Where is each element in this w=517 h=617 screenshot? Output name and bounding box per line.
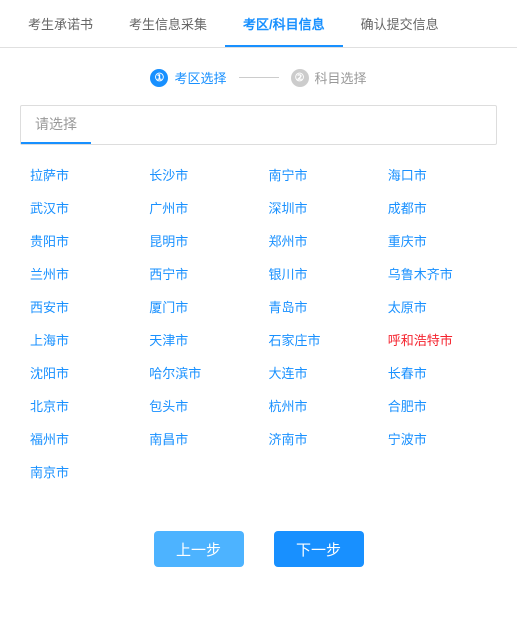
select-area[interactable]: 请选择: [20, 105, 497, 145]
city-item[interactable]: 长沙市: [139, 165, 258, 184]
city-item[interactable]: 南宁市: [259, 165, 378, 184]
city-item[interactable]: 长春市: [378, 363, 497, 382]
city-item[interactable]: 昆明市: [139, 231, 258, 250]
city-item[interactable]: 北京市: [20, 396, 139, 415]
city-item[interactable]: 上海市: [20, 330, 139, 349]
city-item[interactable]: 乌鲁木齐市: [378, 264, 497, 283]
city-item[interactable]: 哈尔滨市: [139, 363, 258, 382]
bottom-buttons: 上一步 下一步: [0, 501, 517, 587]
city-item[interactable]: 郑州市: [259, 231, 378, 250]
city-item[interactable]: 南昌市: [139, 429, 258, 448]
nav-tab-tab2[interactable]: 考生信息采集: [111, 0, 225, 47]
city-item[interactable]: 广州市: [139, 198, 258, 217]
city-item[interactable]: 包头市: [139, 396, 258, 415]
city-item[interactable]: 济南市: [259, 429, 378, 448]
city-item[interactable]: 武汉市: [20, 198, 139, 217]
city-item[interactable]: 宁波市: [378, 429, 497, 448]
city-item[interactable]: 福州市: [20, 429, 139, 448]
step-1-num: ①: [150, 69, 168, 87]
city-item[interactable]: 沈阳市: [20, 363, 139, 382]
city-item[interactable]: 兰州市: [20, 264, 139, 283]
city-item[interactable]: 天津市: [139, 330, 258, 349]
city-item[interactable]: 西宁市: [139, 264, 258, 283]
step-divider: [239, 77, 279, 78]
next-button[interactable]: 下一步: [274, 531, 364, 567]
city-item[interactable]: 南京市: [20, 462, 139, 481]
city-item[interactable]: 太原市: [378, 297, 497, 316]
step-1-label: 考区选择: [174, 68, 226, 87]
step-2[interactable]: ② 科目选择: [291, 68, 367, 87]
step-2-label: 科目选择: [315, 68, 367, 87]
nav-tab-tab3[interactable]: 考区/科目信息: [225, 0, 343, 47]
step-bar: ① 考区选择 ② 科目选择: [0, 48, 517, 105]
nav-tab-tab1[interactable]: 考生承诺书: [10, 0, 111, 47]
city-item[interactable]: 海口市: [378, 165, 497, 184]
city-item[interactable]: 青岛市: [259, 297, 378, 316]
city-item[interactable]: 厦门市: [139, 297, 258, 316]
city-item[interactable]: 杭州市: [259, 396, 378, 415]
city-item[interactable]: 成都市: [378, 198, 497, 217]
city-item[interactable]: 深圳市: [259, 198, 378, 217]
nav-tab-tab4[interactable]: 确认提交信息: [343, 0, 457, 47]
prev-button[interactable]: 上一步: [154, 531, 244, 567]
step-1[interactable]: ① 考区选择: [150, 68, 226, 87]
top-navigation: 考生承诺书考生信息采集考区/科目信息确认提交信息: [0, 0, 517, 48]
step-2-num: ②: [291, 69, 309, 87]
city-grid: 拉萨市长沙市南宁市海口市武汉市广州市深圳市成都市贵阳市昆明市郑州市重庆市兰州市西…: [20, 155, 497, 491]
city-item[interactable]: 银川市: [259, 264, 378, 283]
city-item[interactable]: 拉萨市: [20, 165, 139, 184]
city-item[interactable]: 石家庄市: [259, 330, 378, 349]
city-item[interactable]: 呼和浩特市: [378, 330, 497, 349]
city-item[interactable]: 合肥市: [378, 396, 497, 415]
city-item[interactable]: 西安市: [20, 297, 139, 316]
city-item[interactable]: 贵阳市: [20, 231, 139, 250]
city-item[interactable]: 大连市: [259, 363, 378, 382]
city-item[interactable]: 重庆市: [378, 231, 497, 250]
select-placeholder: 请选择: [21, 106, 91, 144]
